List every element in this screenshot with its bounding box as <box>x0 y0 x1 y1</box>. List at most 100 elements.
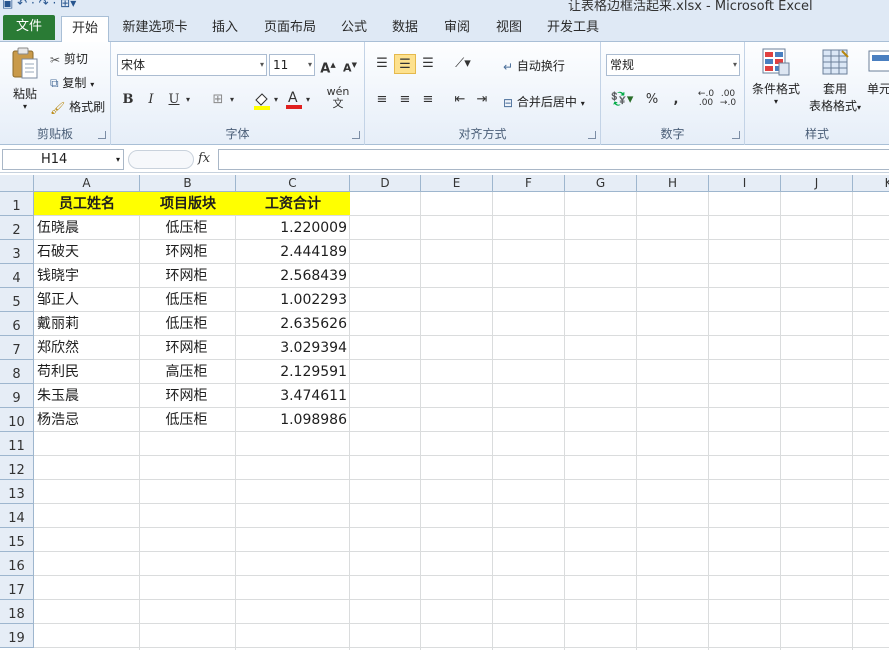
row-header-7[interactable]: 7 <box>0 336 34 360</box>
quick-access-toolbar[interactable]: ▣ ↶ · ↷ · ⊞▾ <box>2 0 76 10</box>
cell-c8[interactable]: 2.129591 <box>236 360 350 384</box>
cell-b2[interactable]: 低压柜 <box>140 216 236 240</box>
header-cell-c1[interactable]: 工资合计 <box>236 192 350 215</box>
cell-b9[interactable]: 环网柜 <box>140 384 236 408</box>
dialog-launcher-icon[interactable] <box>588 131 596 139</box>
chevron-down-icon[interactable]: ▾ <box>183 90 193 110</box>
cell-b4[interactable]: 环网柜 <box>140 264 236 288</box>
cell-a2[interactable]: 伍晓晨 <box>34 216 140 240</box>
grow-font-button[interactable]: A▲ <box>317 55 339 76</box>
font-size-combo[interactable]: 11 ▾ <box>269 54 315 76</box>
column-header-a[interactable]: A <box>34 175 140 192</box>
tab-new-tab[interactable]: 新建选项卡 <box>118 16 192 42</box>
dialog-launcher-icon[interactable] <box>732 131 740 139</box>
row-header-1[interactable]: 1 <box>0 192 34 216</box>
cut-button[interactable]: ✂ 剪切 <box>50 50 88 67</box>
number-format-combo[interactable]: 常规 ▾ <box>606 54 740 76</box>
dialog-launcher-icon[interactable] <box>98 131 106 139</box>
tab-data[interactable]: 数据 <box>385 16 425 42</box>
align-right-icon[interactable]: ≡ <box>417 90 439 110</box>
cell-b7[interactable]: 环网柜 <box>140 336 236 360</box>
row-header-14[interactable]: 14 <box>0 504 34 528</box>
copy-button[interactable]: ⧉ 复制 ▾ <box>50 74 94 91</box>
column-header-c[interactable]: C <box>236 175 350 192</box>
comma-style-button[interactable]: , <box>665 90 687 110</box>
column-header-i[interactable]: I <box>709 175 781 192</box>
column-header-k[interactable]: K <box>853 175 889 192</box>
tab-formulas[interactable]: 公式 <box>334 16 374 42</box>
row-header-18[interactable]: 18 <box>0 600 34 624</box>
cell-c10[interactable]: 1.098986 <box>236 408 350 432</box>
cell-a4[interactable]: 钱晓宇 <box>34 264 140 288</box>
column-header-f[interactable]: F <box>493 175 565 192</box>
cell-a3[interactable]: 石破天 <box>34 240 140 264</box>
cell-styles-button[interactable]: 单元 <box>867 47 889 97</box>
column-header-g[interactable]: G <box>565 175 637 192</box>
cell-a8[interactable]: 苟利民 <box>34 360 140 384</box>
header-cell-b1[interactable]: 项目版块 <box>140 192 236 215</box>
align-top-icon[interactable]: ☰ <box>371 54 393 74</box>
cell-a6[interactable]: 戴丽莉 <box>34 312 140 336</box>
border-icon[interactable]: ⊞ <box>207 90 229 110</box>
column-header-d[interactable]: D <box>350 175 421 192</box>
cell-c3[interactable]: 2.444189 <box>236 240 350 264</box>
cell-b10[interactable]: 低压柜 <box>140 408 236 432</box>
tab-home[interactable]: 开始 <box>61 16 109 43</box>
cell-c9[interactable]: 3.474611 <box>236 384 350 408</box>
phonetic-guide-button[interactable]: wén 文 <box>323 86 353 110</box>
cell-b6[interactable]: 低压柜 <box>140 312 236 336</box>
row-header-4[interactable]: 4 <box>0 264 34 288</box>
row-header-15[interactable]: 15 <box>0 528 34 552</box>
column-header-h[interactable]: H <box>637 175 709 192</box>
cell-b5[interactable]: 低压柜 <box>140 288 236 312</box>
format-as-table-button[interactable]: 套用 表格格式▾ <box>805 47 865 114</box>
row-header-17[interactable]: 17 <box>0 576 34 600</box>
select-all-corner[interactable] <box>0 175 34 192</box>
font-name-combo[interactable]: 宋体 ▾ <box>117 54 267 76</box>
row-header-12[interactable]: 12 <box>0 456 34 480</box>
row-header-3[interactable]: 3 <box>0 240 34 264</box>
format-painter-button[interactable]: 🖌 格式刷 <box>50 98 105 115</box>
conditional-formatting-button[interactable]: 条件格式 ▾ <box>750 47 802 106</box>
cell-c5[interactable]: 1.002293 <box>236 288 350 312</box>
align-center-icon[interactable]: ≡ <box>394 90 416 110</box>
column-header-j[interactable]: J <box>781 175 853 192</box>
formula-bar-handle[interactable] <box>128 150 194 169</box>
align-left-icon[interactable]: ≡ <box>371 90 393 110</box>
fill-color-icon[interactable] <box>251 90 273 110</box>
italic-button[interactable]: I <box>140 90 162 110</box>
cell-c4[interactable]: 2.568439 <box>236 264 350 288</box>
align-bottom-icon[interactable]: ☰ <box>417 54 439 74</box>
underline-button[interactable]: U <box>163 90 185 110</box>
tab-page-layout[interactable]: 页面布局 <box>258 16 322 42</box>
align-middle-icon[interactable]: ☰ <box>394 54 416 74</box>
row-header-8[interactable]: 8 <box>0 360 34 384</box>
row-header-9[interactable]: 9 <box>0 384 34 408</box>
cell-b3[interactable]: 环网柜 <box>140 240 236 264</box>
chevron-down-icon[interactable]: ▾ <box>227 90 237 110</box>
header-cell-a1[interactable]: 员工姓名 <box>34 192 140 215</box>
name-box[interactable]: H14 ▾ <box>2 149 124 170</box>
cell-a7[interactable]: 郑欣然 <box>34 336 140 360</box>
insert-function-button[interactable]: fx <box>198 151 210 166</box>
decrease-decimal-icon[interactable]: .00 →.0 <box>717 90 739 110</box>
column-header-b[interactable]: B <box>140 175 236 192</box>
row-header-6[interactable]: 6 <box>0 312 34 336</box>
dialog-launcher-icon[interactable] <box>352 131 360 139</box>
decrease-indent-icon[interactable]: ⇤ <box>449 90 471 110</box>
cell-c7[interactable]: 3.029394 <box>236 336 350 360</box>
formula-input[interactable] <box>218 149 889 170</box>
tab-developer[interactable]: 开发工具 <box>541 16 605 42</box>
increase-indent-icon[interactable]: ⇥ <box>471 90 493 110</box>
row-header-11[interactable]: 11 <box>0 432 34 456</box>
row-header-19[interactable]: 19 <box>0 624 34 648</box>
chevron-down-icon[interactable]: ▾ <box>271 90 281 110</box>
column-header-e[interactable]: E <box>421 175 493 192</box>
tab-review[interactable]: 审阅 <box>437 16 477 42</box>
paste-button[interactable]: 粘贴 ▾ <box>6 47 44 111</box>
row-header-2[interactable]: 2 <box>0 216 34 240</box>
cell-c2[interactable]: 1.220009 <box>236 216 350 240</box>
row-header-5[interactable]: 5 <box>0 288 34 312</box>
cell-c6[interactable]: 2.635626 <box>236 312 350 336</box>
row-header-10[interactable]: 10 <box>0 408 34 432</box>
